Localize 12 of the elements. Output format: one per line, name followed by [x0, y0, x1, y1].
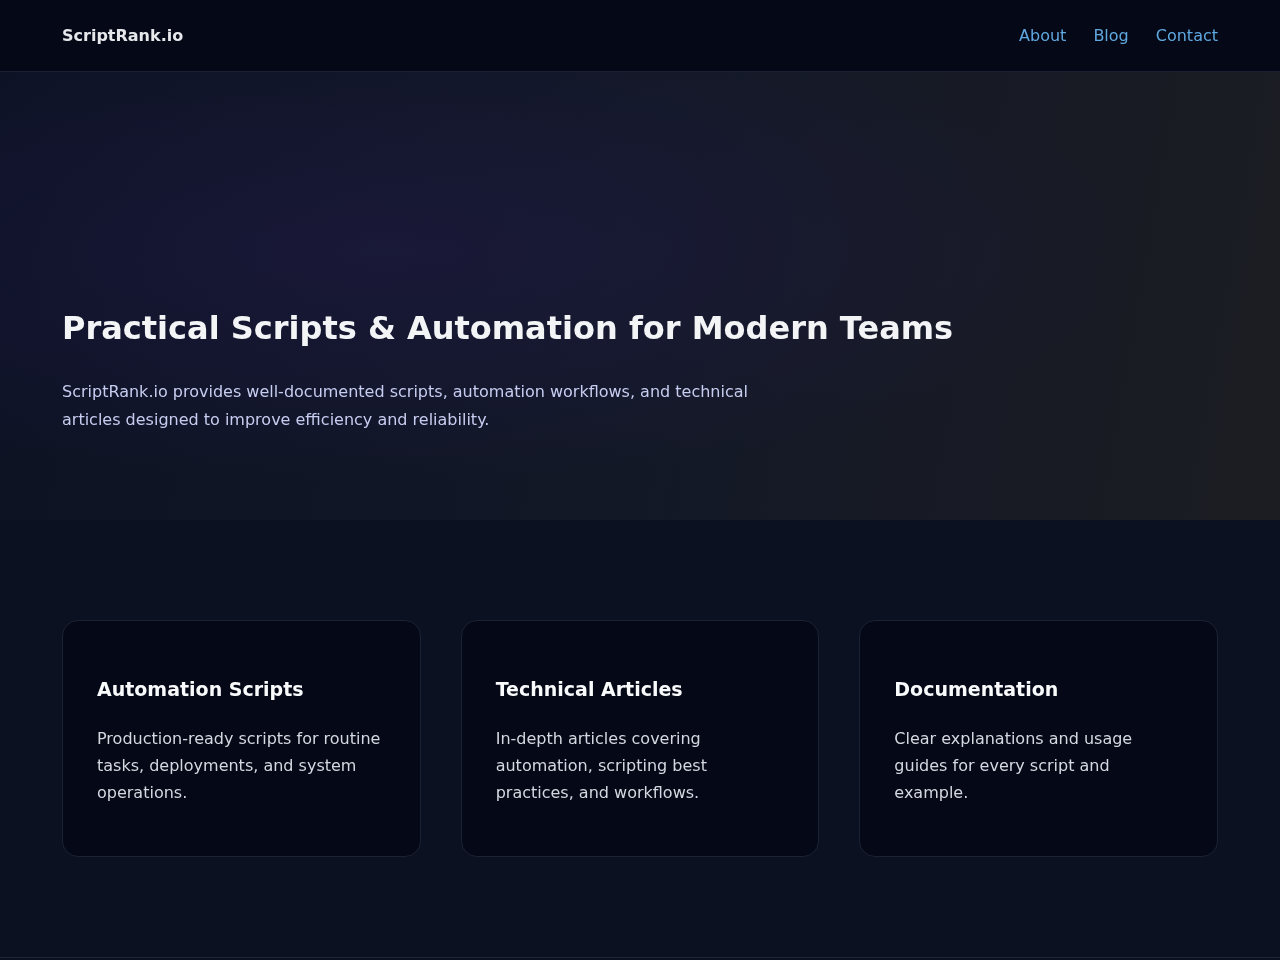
feature-description: Production-ready scripts for routine tasks, deployments, and system operations.	[97, 728, 382, 804]
nav-link[interactable]: About	[1019, 26, 1067, 45]
nav-link[interactable]: Blog	[1093, 26, 1129, 45]
feature-title: Documentation	[894, 677, 1060, 701]
feature-description: Clear explanations and usage guides for every script and example.	[894, 728, 1134, 804]
feature-title: Technical Articles	[495, 677, 684, 701]
hero-title: Practical Scripts & Automation for Modern Teams	[62, 308, 955, 348]
site-logo[interactable]: ScriptRank.io	[62, 26, 184, 45]
feature-title: Automation Scripts	[97, 677, 305, 701]
nav-link[interactable]: Contact	[1155, 26, 1218, 45]
feature-description: In-depth articles covering automation, scripting best practices, and workflows.	[495, 728, 708, 804]
hero-description: ScriptRank.io provides well-documented scripts, automation workflows, and technical articles designed to improve efficiency and reliability.	[62, 381, 749, 431]
